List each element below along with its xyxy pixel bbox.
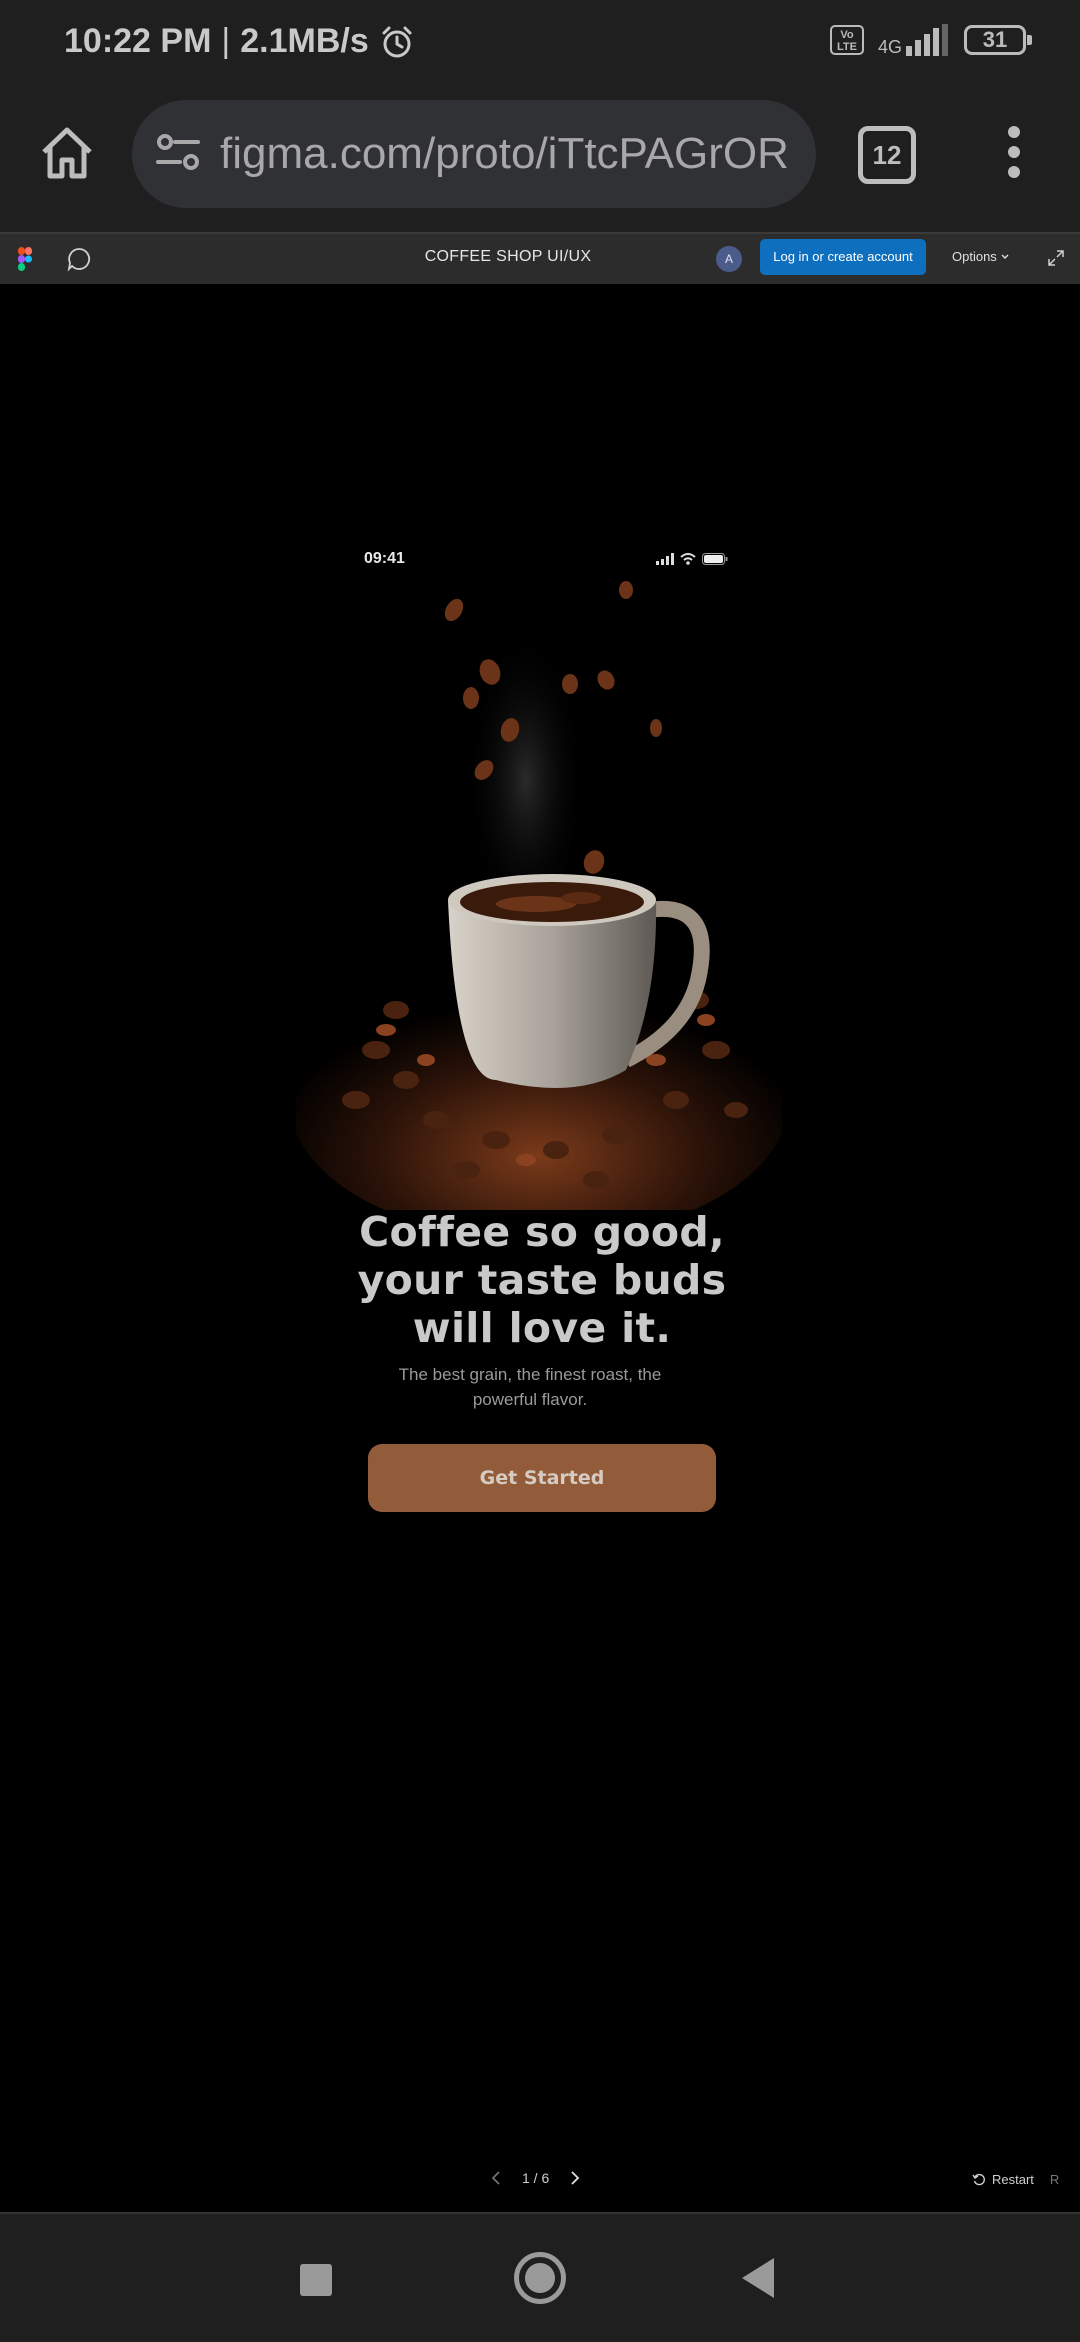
recent-apps-icon[interactable] [300, 2264, 332, 2296]
options-label: Options [952, 249, 997, 264]
battery-indicator: 31 [964, 25, 1032, 55]
url-text[interactable]: figma.com/proto/iTtcPAGrOR [220, 124, 800, 184]
avatar[interactable]: A [716, 246, 742, 272]
network-speed: 2.1MB/s [240, 22, 369, 60]
next-frame-icon[interactable] [569, 2170, 581, 2186]
previous-frame-icon[interactable] [490, 2170, 502, 2186]
address-bar[interactable]: figma.com/proto/iTtcPAGrOR [132, 100, 816, 208]
subtitle-line: The best grain, the finest roast, the [398, 1365, 662, 1384]
signal-group: 4G [878, 24, 950, 56]
volte-icon: Vo LTE [829, 25, 864, 55]
prototype-status-icons [656, 553, 728, 565]
battery-icon [702, 553, 728, 565]
prototype-clock: 09:41 [364, 550, 405, 567]
frame-pager: 1 / 6 [490, 2170, 581, 2186]
wifi-icon [680, 553, 696, 565]
coffee-cup-illustration [296, 580, 782, 1210]
home-nav-inner [525, 2263, 555, 2293]
figma-header: COFFEE SHOP UI/UX A Log in or create acc… [0, 234, 1080, 284]
alarm-icon [382, 26, 412, 57]
options-menu[interactable]: Options [952, 249, 1010, 264]
expand-icon[interactable] [1046, 248, 1066, 268]
browser-toolbar: figma.com/proto/iTtcPAGrOR 12 [0, 96, 1080, 234]
system-nav-bar [0, 2212, 1080, 2342]
back-icon[interactable] [742, 2258, 774, 2298]
tabs-button[interactable]: 12 [858, 126, 916, 184]
cellular-icon [656, 553, 674, 565]
chevron-down-icon [1001, 254, 1009, 259]
site-settings-icon[interactable] [156, 130, 200, 176]
restart-icon [972, 2173, 985, 2185]
get-started-button[interactable]: Get Started [368, 1444, 716, 1512]
signal-icon [906, 24, 948, 56]
status-left: 10:22 PM | 2.1MB/s [64, 22, 415, 61]
restart-shortcut: R [1049, 2172, 1060, 2187]
page-indicator: 1 / 6 [522, 2170, 550, 2186]
network-type: 4G [877, 37, 902, 57]
clock: 10:22 PM [64, 22, 212, 60]
restart-button[interactable]: Restart R [972, 2172, 1059, 2187]
home-nav-icon[interactable] [514, 2252, 566, 2304]
status-right: Vo LTE 4G 31 [829, 24, 1032, 56]
more-vert-icon[interactable] [1004, 126, 1024, 186]
status-separator: | [221, 22, 231, 60]
subtitle: The best grain, the finest roast, the po… [370, 1362, 690, 1412]
headline-line: will love it. [412, 1304, 672, 1352]
headline-line: your taste buds [357, 1256, 727, 1304]
headline-line: Coffee so good, [359, 1208, 725, 1256]
headline: Coffee so good, your taste buds will lov… [300, 1208, 784, 1352]
subtitle-line: powerful flavor. [472, 1390, 588, 1409]
system-status-bar: 10:22 PM | 2.1MB/s Vo LTE 4G 31 [0, 0, 1080, 96]
login-button[interactable]: Log in or create account [760, 239, 926, 275]
restart-label: Restart [992, 2172, 1034, 2187]
home-icon[interactable] [38, 124, 96, 182]
